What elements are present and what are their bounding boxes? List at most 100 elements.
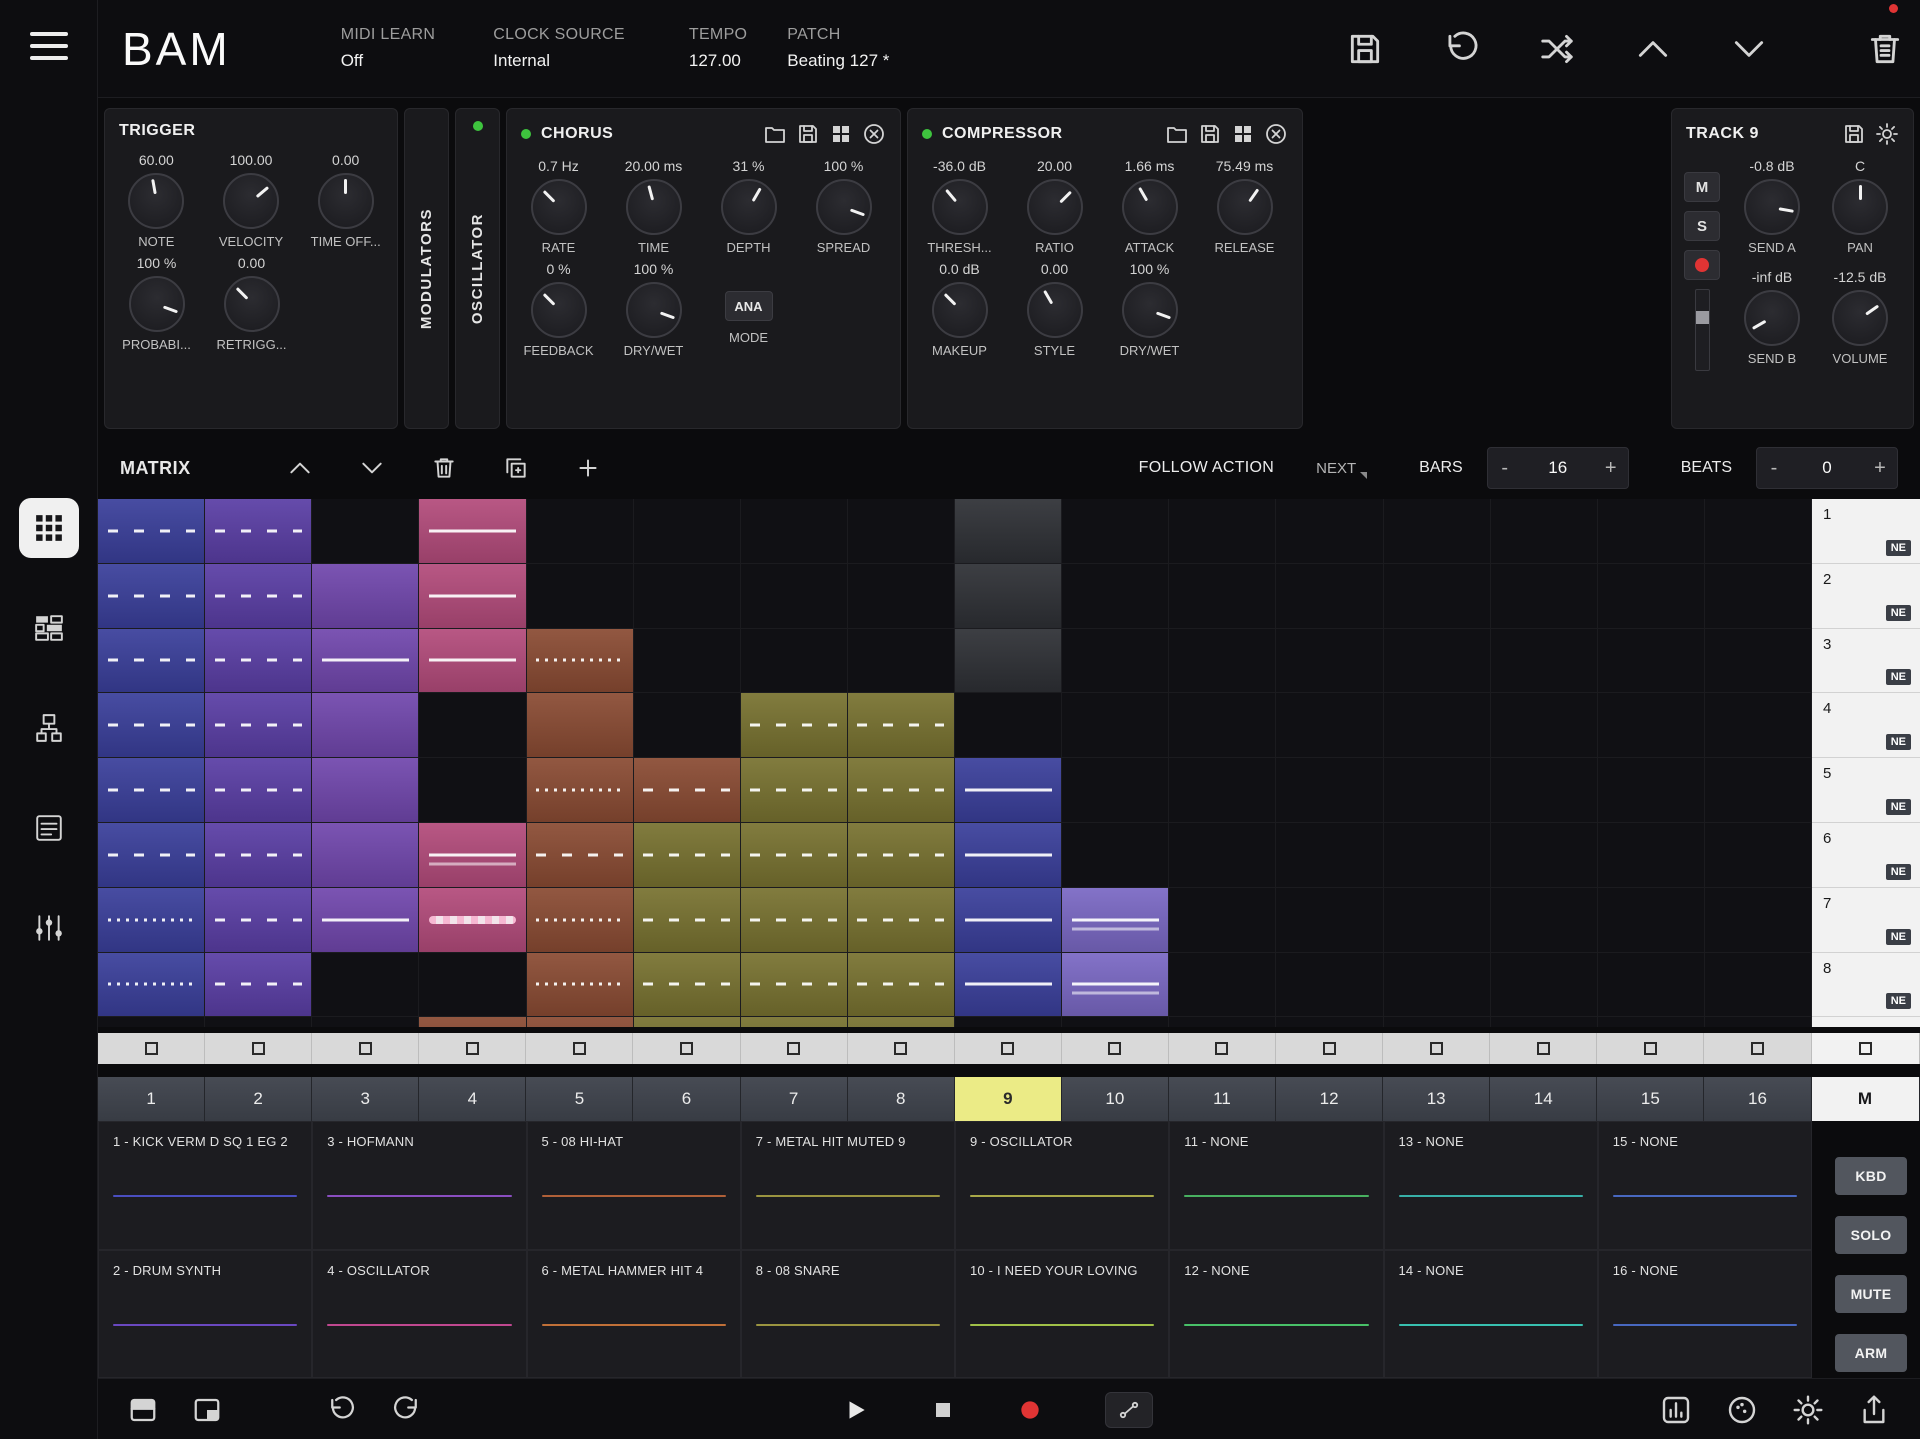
clip-cell[interactable] (1169, 1017, 1276, 1027)
knob-dial[interactable] (1122, 282, 1178, 338)
track-cell[interactable]: 9 - OSCILLATOR (955, 1121, 1169, 1250)
knob-dial[interactable] (1122, 179, 1178, 235)
clip-cell[interactable] (741, 758, 848, 823)
clip-cell[interactable] (419, 1017, 526, 1027)
clip-cell[interactable] (312, 823, 419, 888)
knob-attack[interactable]: 1.66 msATTACK (1102, 158, 1197, 255)
track-cell[interactable]: 1 - KICK VERM D SQ 1 EG 2 (98, 1121, 312, 1250)
scene-launch-14[interactable]: 14 (1490, 1077, 1597, 1121)
knob-send-a[interactable]: -0.8 dBSEND A (1728, 158, 1816, 261)
clip-cell[interactable] (955, 693, 1062, 758)
kbd-button[interactable]: KBD (1835, 1157, 1907, 1195)
scene-launch-7[interactable]: 7 (741, 1077, 848, 1121)
clip-cell[interactable] (1598, 823, 1705, 888)
clip-cell[interactable] (1276, 758, 1383, 823)
knob-release[interactable]: 75.49 msRELEASE (1197, 158, 1292, 255)
clip-cell[interactable] (1169, 823, 1276, 888)
knob-dial[interactable] (1027, 179, 1083, 235)
mute-button[interactable]: MUTE (1835, 1275, 1907, 1313)
clip-cell[interactable] (1705, 758, 1812, 823)
clip-cell[interactable] (741, 499, 848, 564)
previous-patch-button[interactable] (1634, 30, 1672, 68)
clip-cell[interactable] (848, 629, 955, 694)
clip-cell[interactable] (1598, 1017, 1705, 1027)
scene-item[interactable]: 8NE (1812, 953, 1920, 1018)
scene-launch-11[interactable]: 11 (1169, 1077, 1276, 1121)
sidebar-item-mixer[interactable] (19, 898, 79, 958)
clip-cell[interactable] (1062, 693, 1169, 758)
scene-follow-badge[interactable]: NE (1886, 540, 1911, 556)
clip-cell[interactable] (741, 953, 848, 1018)
clip-cell[interactable] (527, 693, 634, 758)
clip-cell[interactable] (1705, 888, 1812, 953)
clip-cell[interactable] (205, 564, 312, 629)
clip-stop-button[interactable] (526, 1033, 633, 1064)
scene-item[interactable]: 3NE (1812, 629, 1920, 694)
track-cell[interactable]: 3 - HOFMANN (312, 1121, 526, 1250)
play-button[interactable] (843, 1397, 869, 1423)
clip-cell[interactable] (419, 693, 526, 758)
knob-probabi-[interactable]: 100 %PROBABI... (109, 255, 204, 352)
clip-cell[interactable] (955, 629, 1062, 694)
bars-increment-button[interactable]: + (1594, 457, 1628, 480)
scene-item[interactable]: 1NE (1812, 499, 1920, 564)
clip-cell[interactable] (1062, 758, 1169, 823)
clip-cell[interactable] (1491, 888, 1598, 953)
clip-cell[interactable] (312, 693, 419, 758)
clip-cell[interactable] (1169, 629, 1276, 694)
save-patch-button[interactable] (1346, 30, 1384, 68)
scene-follow-badge[interactable]: NE (1886, 734, 1911, 750)
clip-cell[interactable] (848, 758, 955, 823)
clear-patch-button[interactable] (1866, 30, 1904, 68)
clip-cell[interactable] (1276, 1017, 1383, 1027)
clip-cell[interactable] (1491, 629, 1598, 694)
clip-cell[interactable] (1384, 1017, 1491, 1027)
clip-cell[interactable] (1276, 693, 1383, 758)
knob-dial[interactable] (1744, 290, 1800, 346)
knob-note[interactable]: 60.00NOTE (109, 152, 204, 249)
clip-cell[interactable] (205, 1017, 312, 1027)
duplicate-scene-button[interactable] (503, 455, 529, 481)
clip-cell[interactable] (1384, 953, 1491, 1018)
knob-dial[interactable] (721, 179, 777, 235)
stop-all-button[interactable] (1812, 1033, 1920, 1064)
clip-cell[interactable] (848, 564, 955, 629)
midi-learn-field[interactable]: MIDI LEARN Off (341, 26, 436, 71)
clip-cell[interactable] (634, 564, 741, 629)
knob-dial[interactable] (129, 276, 185, 332)
oscillator-enabled-led[interactable] (473, 121, 483, 131)
clip-cell[interactable] (527, 953, 634, 1018)
chorus-mode-button[interactable]: ANA (725, 291, 773, 321)
clip-cell[interactable] (848, 888, 955, 953)
clip-cell[interactable] (1491, 564, 1598, 629)
clip-cell[interactable] (1705, 953, 1812, 1018)
clip-cell[interactable] (848, 823, 955, 888)
clip-cell[interactable] (527, 758, 634, 823)
sidebar-item-step-sequencer[interactable] (19, 598, 79, 658)
clip-cell[interactable] (634, 953, 741, 1018)
knob-feedback[interactable]: 0 %FEEDBACK (511, 261, 606, 358)
next-patch-button[interactable] (1730, 30, 1768, 68)
clip-stop-button[interactable] (312, 1033, 419, 1064)
clip-cell[interactable] (98, 629, 205, 694)
redo-button[interactable] (392, 1395, 422, 1425)
clip-cell[interactable] (1384, 758, 1491, 823)
clip-cell[interactable] (98, 564, 205, 629)
knob-velocity[interactable]: 100.00VELOCITY (204, 152, 299, 249)
clip-cell[interactable] (848, 1017, 955, 1027)
clip-cell[interactable] (1705, 629, 1812, 694)
clip-cell[interactable] (419, 629, 526, 694)
clip-cell[interactable] (1169, 953, 1276, 1018)
beats-decrement-button[interactable]: - (1757, 457, 1791, 480)
clip-cell[interactable] (205, 953, 312, 1018)
clip-cell[interactable] (312, 953, 419, 1018)
scene-follow-badge[interactable]: NE (1886, 993, 1911, 1009)
automation-button[interactable] (1105, 1392, 1153, 1428)
knob-dial[interactable] (531, 282, 587, 338)
chorus-remove-button[interactable] (862, 122, 886, 146)
view-split-button[interactable] (192, 1395, 222, 1425)
scene-launch-3[interactable]: 3 (312, 1077, 419, 1121)
clip-cell[interactable] (955, 758, 1062, 823)
clip-cell[interactable] (205, 629, 312, 694)
follow-action-select[interactable]: NEXT (1316, 460, 1367, 477)
